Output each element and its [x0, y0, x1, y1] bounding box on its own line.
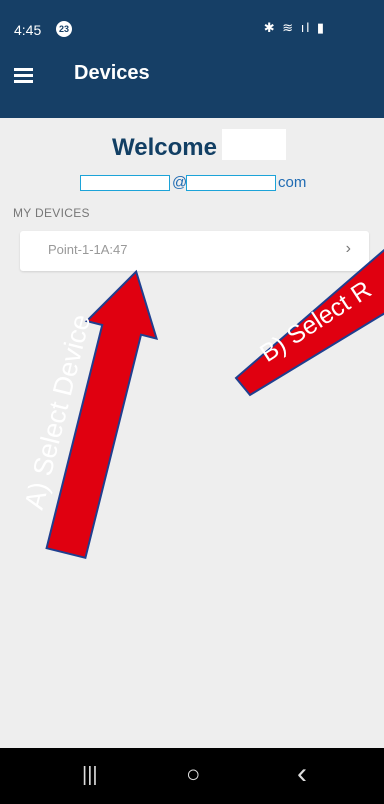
redacted-email-user — [80, 175, 170, 191]
system-nav-bar: ||| ○ ‹ — [0, 748, 384, 804]
section-header: MY DEVICES — [13, 206, 90, 220]
device-name: Point-1-1A:47 — [48, 242, 128, 257]
app-bar: 4:45 23 ✱ ≋ ıl ▮ Devices — [0, 0, 384, 118]
notification-badge: 23 — [56, 21, 72, 37]
status-bar: 4:45 23 ✱ ≋ ıl ▮ — [0, 0, 384, 58]
email-row: @ com — [80, 174, 320, 194]
annotation-label-a: A) Select Device — [18, 311, 97, 513]
welcome-heading: Welcome — [112, 134, 217, 161]
page-title: Devices — [74, 62, 150, 84]
email-at: @ — [172, 174, 188, 191]
email-suffix: com — [278, 174, 307, 191]
redacted-name — [222, 129, 286, 160]
redacted-email-domain — [186, 175, 276, 191]
home-icon[interactable]: ○ — [186, 761, 201, 789]
device-list-item[interactable]: Point-1-1A:47 › — [20, 231, 369, 271]
hamburger-menu-icon[interactable] — [14, 66, 36, 86]
recent-apps-icon[interactable]: ||| — [82, 764, 98, 787]
annotation-arrow-a — [45, 269, 159, 560]
back-icon[interactable]: ‹ — [297, 757, 307, 791]
chevron-right-icon: › — [345, 240, 351, 257]
status-time: 4:45 — [14, 22, 42, 38]
annotation-label-b: B) Select R — [255, 275, 377, 368]
annotation-arrow-b — [234, 248, 384, 397]
status-icons: ✱ ≋ ıl ▮ — [263, 20, 326, 35]
